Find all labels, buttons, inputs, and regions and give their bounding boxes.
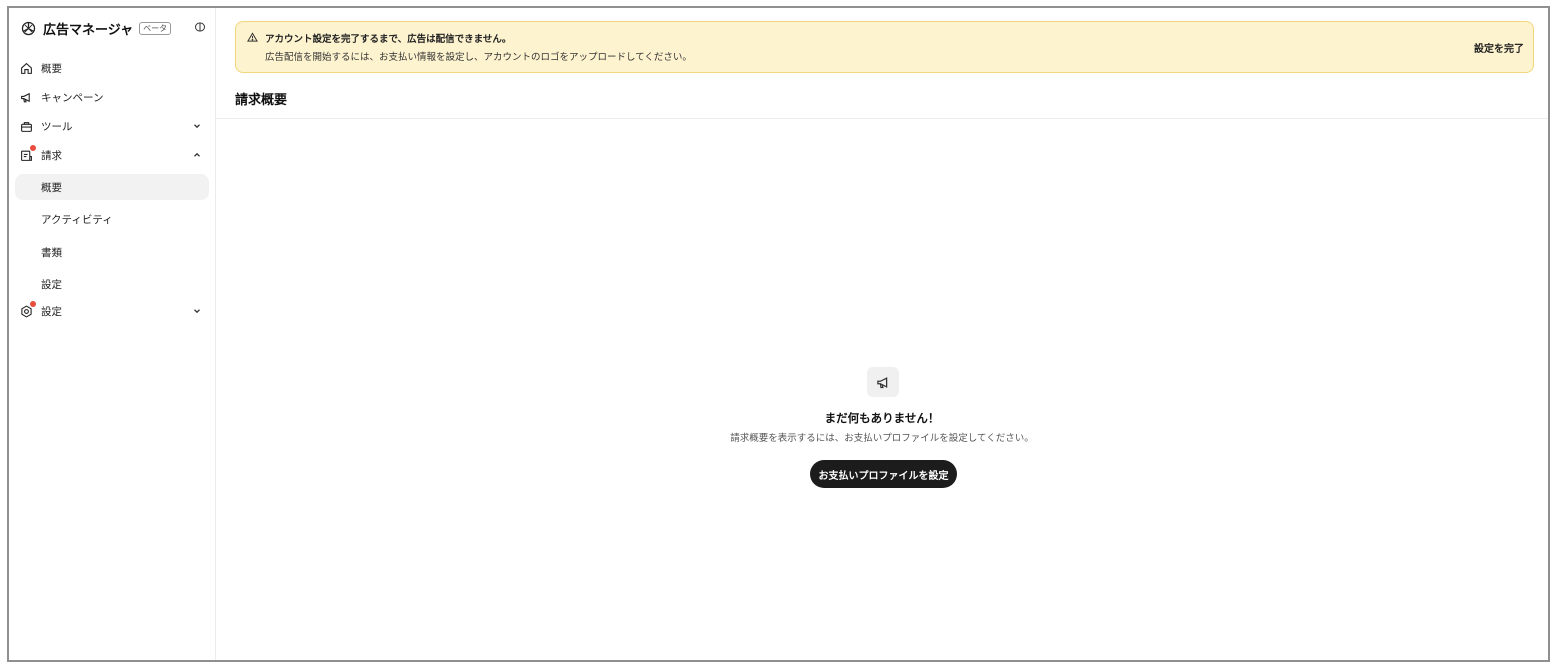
chevron-up-icon[interactable] [191,149,203,161]
megaphone-icon [19,90,33,104]
notification-dot [30,145,36,151]
sidebar-subitem-billing-overview[interactable]: 概要 [15,174,209,200]
toolbox-icon [19,119,33,133]
empty-state-title: まだ何もありません！ [824,411,940,425]
sidebar-subitem-label: 書類 [41,246,62,259]
sidebar-item-billing[interactable]: 請求 [15,142,209,168]
banner-title: アカウント設定を完了するまで、広告は配信できません。 [265,34,512,45]
sidebar-subitem-label: 概要 [41,181,62,194]
sidebar-subitem-activity[interactable]: アクティビティ [15,206,209,232]
beta-badge: ベータ [139,21,172,35]
gear-icon [19,301,36,318]
megaphone-icon [867,367,899,397]
sidebar-subitem-billing-settings[interactable]: 設定 [15,271,209,297]
notification-dot [30,301,36,307]
sidebar-item-label: 請求 [41,149,62,162]
main-content: アカウント設定を完了するまで、広告は配信できません。 広告配信を開始するには、お… [216,8,1548,660]
sidebar-toggle-icon[interactable] [193,20,207,34]
sidebar-item-settings[interactable]: 設定 [15,298,209,324]
sidebar-item-campaigns[interactable]: キャンペーン [15,84,209,110]
chevron-down-icon[interactable] [191,120,203,132]
page-title: 請求概要 [235,93,288,108]
chevron-down-icon[interactable] [191,305,203,317]
header-divider [216,118,1548,119]
app-window: 広告マネージャ ベータ 概要 キャンペーン ツール 請求 概要 アクティビティ … [7,6,1550,662]
sidebar-item-overview[interactable]: 概要 [15,55,209,81]
banner-description: 広告配信を開始するには、お支払い情報を設定し、アカウントのロゴをアップロードして… [265,52,692,63]
empty-state: まだ何もありません！ 請求概要を表示するには、お支払いプロファイルを設定してくだ… [216,367,1548,497]
complete-setup-link[interactable]: 設定を完了 [1474,40,1524,55]
setup-payment-profile-button[interactable]: お支払いプロファイルを設定 [810,460,957,488]
sidebar-item-label: キャンペーン [41,91,104,104]
setup-warning-banner: アカウント設定を完了するまで、広告は配信できません。 広告配信を開始するには、お… [235,21,1534,73]
sidebar-item-tools[interactable]: ツール [15,113,209,139]
brand-header: 広告マネージャ ベータ [19,16,209,40]
brand-title: 広告マネージャ [43,22,134,38]
empty-state-description: 請求概要を表示するには、お支払いプロファイルを設定してください。 [730,433,1034,444]
openai-logo-icon [19,19,37,37]
sidebar-subitem-label: アクティビティ [41,213,113,226]
sidebar-subitem-documents[interactable]: 書類 [15,239,209,265]
warning-icon [246,31,258,43]
sidebar-item-label: 設定 [41,305,62,318]
sidebar-item-label: 概要 [41,62,62,75]
invoice-icon [19,145,36,162]
sidebar: 広告マネージャ ベータ 概要 キャンペーン ツール 請求 概要 アクティビティ … [9,8,216,660]
sidebar-subitem-label: 設定 [41,278,62,291]
home-icon [19,61,33,75]
sidebar-item-label: ツール [41,120,73,133]
